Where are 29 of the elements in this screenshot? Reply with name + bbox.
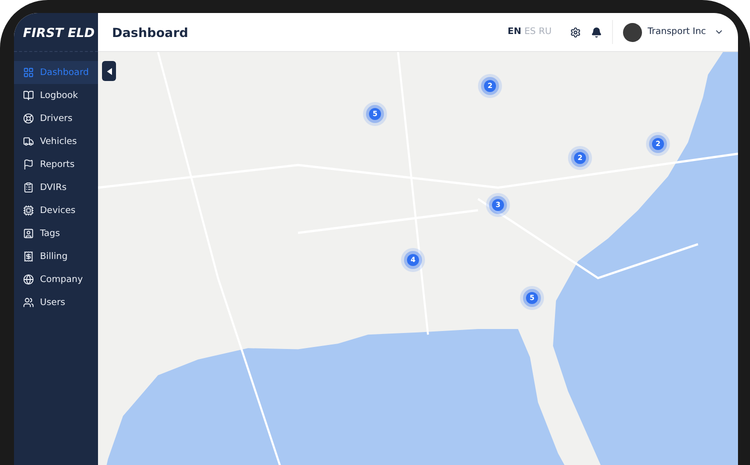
globe-icon [23,274,34,285]
book-icon [23,90,34,101]
badge-icon [23,228,34,239]
grid-icon [23,67,34,78]
sidebar-item[interactable]: Drivers [14,107,98,130]
sidebar-item[interactable]: Company [14,268,98,291]
account-name[interactable]: Transport Inc [648,27,706,37]
language-option[interactable]: EN [508,27,522,37]
sidebar-item[interactable]: Users [14,291,98,314]
sidebar-item[interactable]: Vehicles [14,130,98,153]
clipboard-icon [23,182,34,193]
flag-icon [23,159,34,170]
settings-icon[interactable] [570,26,581,38]
caret-left-icon [106,68,112,74]
chip-icon [23,205,34,216]
users-icon [23,297,34,308]
sidebar-item[interactable]: DVIRs [14,176,98,199]
receipt-icon [23,251,34,262]
sidebar-item[interactable]: Devices [14,199,98,222]
sidebar-item[interactable]: Billing [14,245,98,268]
bell-icon[interactable] [590,26,602,38]
logo: FIRST ELD [14,13,98,52]
truck-icon [23,136,34,147]
collapse-button[interactable] [102,61,116,81]
sidebar-item[interactable]: Tags [14,222,98,245]
sidebar-item[interactable]: Logbook [14,84,98,107]
page-title: Dashboard [112,24,190,40]
avatar[interactable] [622,22,642,42]
sidebar-item[interactable]: Reports [14,153,98,176]
